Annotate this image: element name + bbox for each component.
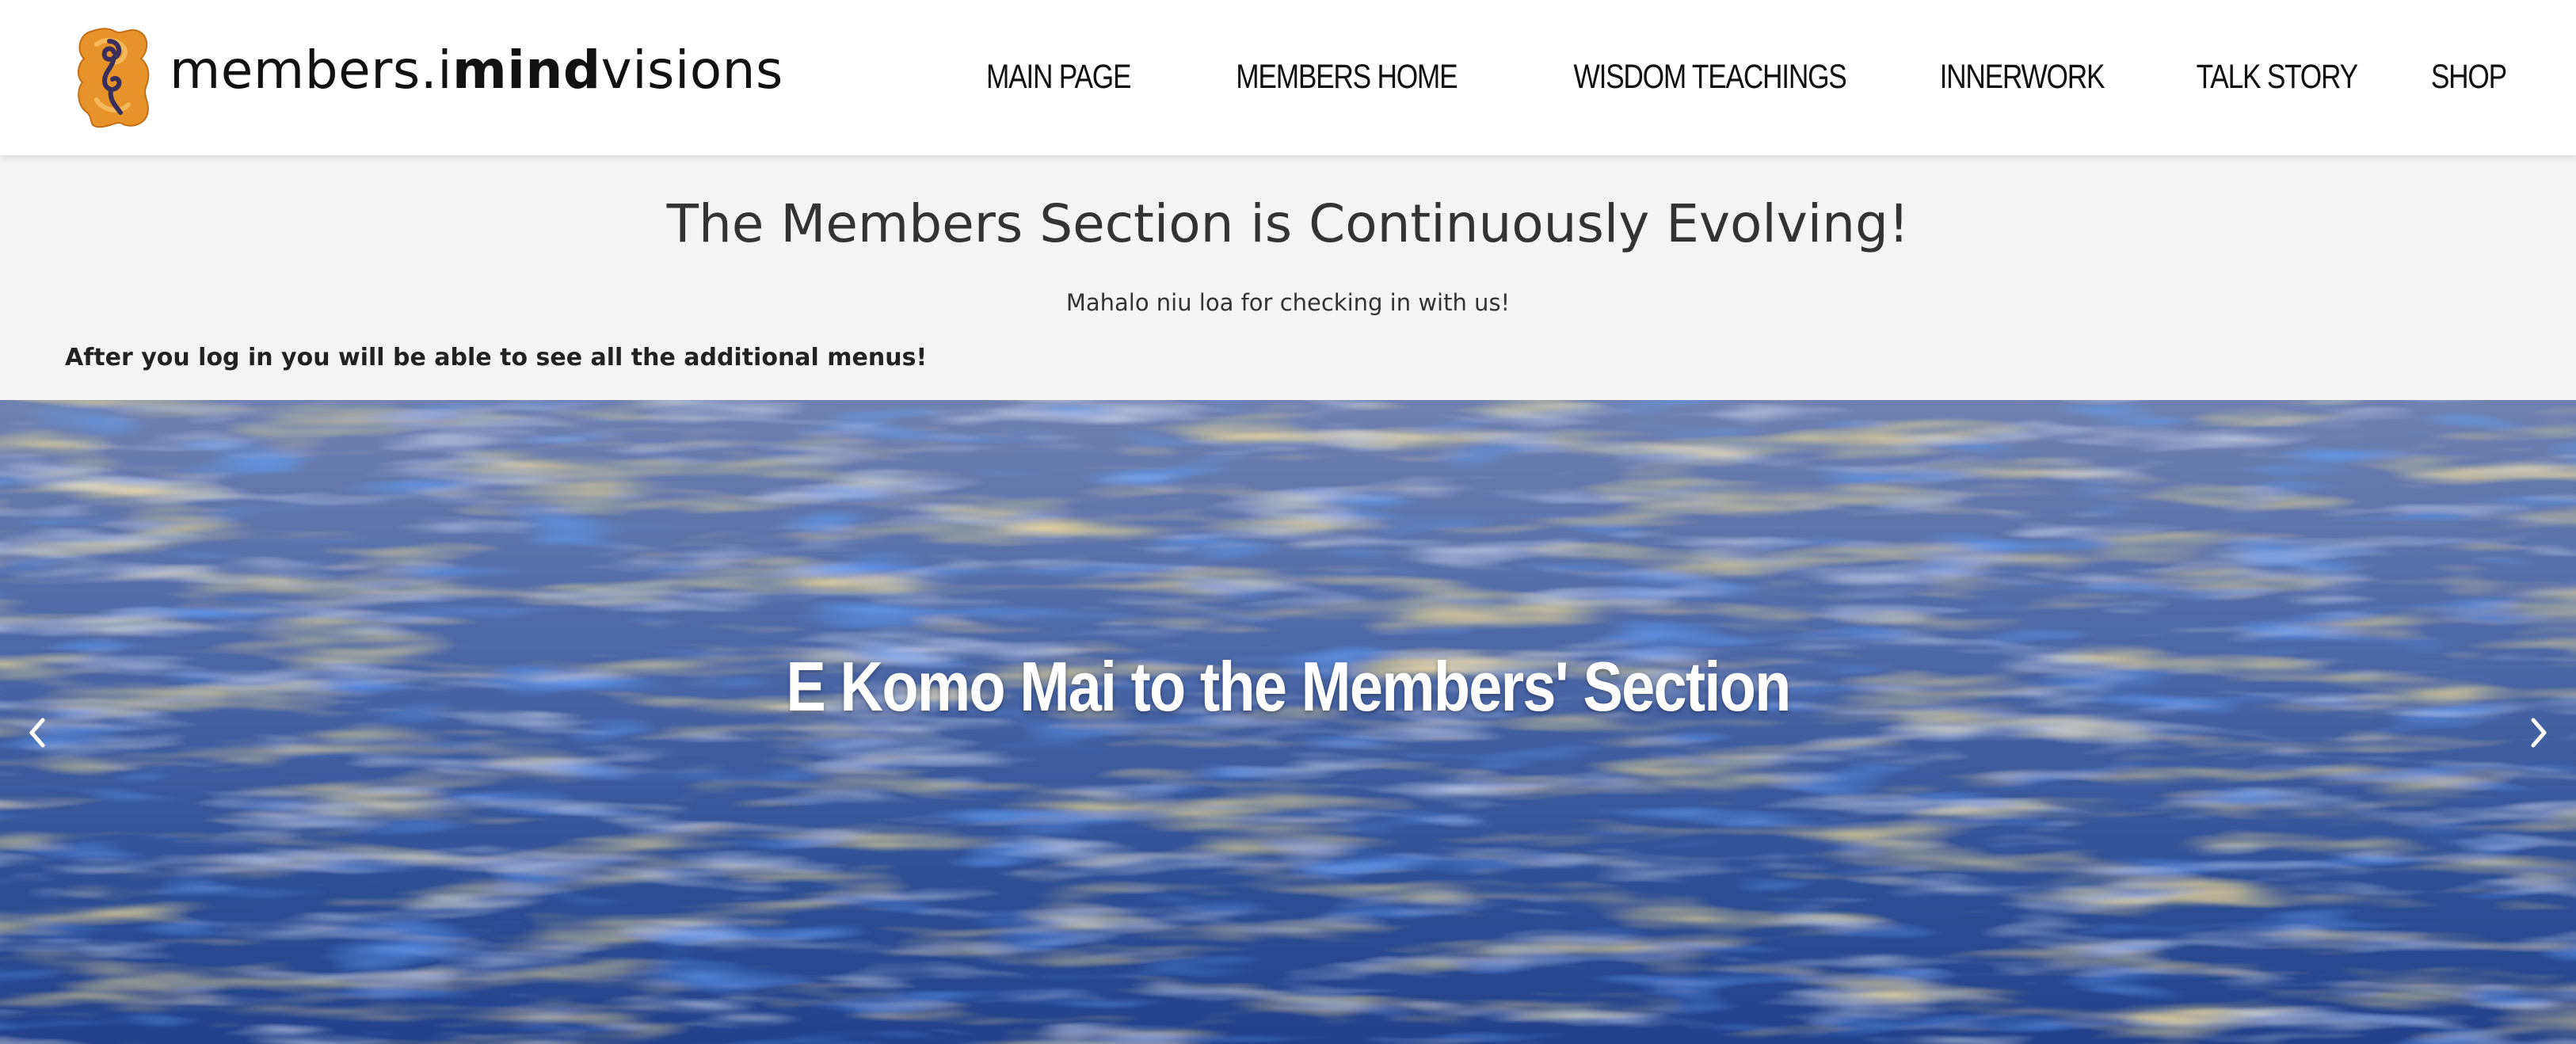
chevron-left-icon bbox=[29, 718, 45, 748]
login-note: After you log in you will be able to see… bbox=[65, 344, 928, 371]
slider-prev-button[interactable] bbox=[13, 701, 60, 764]
hero-slider: E Komo Mai to the Members' Section bbox=[0, 400, 2576, 1044]
sankofa-symbol-icon bbox=[78, 28, 150, 128]
logo-text-suffix: visions bbox=[600, 40, 783, 101]
chevron-right-icon bbox=[2531, 718, 2547, 748]
logo-text-bold: mind bbox=[452, 40, 601, 101]
nav-item-talk-story[interactable]: TALK STORY bbox=[2197, 60, 2358, 94]
site-logo-link[interactable]: members.imindvisions bbox=[73, 24, 783, 128]
nav-item-innerwork[interactable]: INNERWORK bbox=[1940, 60, 2105, 94]
nav-item-wisdom-teachings[interactable]: WISDOM TEACHINGS bbox=[1574, 60, 1847, 94]
nav-item-members-home[interactable]: MEMBERS HOME bbox=[1236, 60, 1458, 94]
announcement-title: The Members Section is Continuously Evol… bbox=[666, 193, 1910, 254]
site-header: members.imindvisions MAIN PAGE MEMBERS H… bbox=[0, 0, 2576, 155]
main-navigation: MAIN PAGE MEMBERS HOME WISDOM TEACHINGS … bbox=[897, 60, 2507, 94]
hero-title: E Komo Mai to the Members' Section bbox=[786, 647, 1791, 726]
nav-item-main-page[interactable]: MAIN PAGE bbox=[986, 60, 1131, 94]
logo-text-prefix: members.i bbox=[170, 40, 453, 101]
nav-item-shop[interactable]: SHOP bbox=[2431, 60, 2507, 94]
announcement-subtitle: Mahalo niu loa for checking in with us! bbox=[1065, 289, 1511, 316]
site-logo-text: members.imindvisions bbox=[170, 44, 783, 97]
slider-next-button[interactable] bbox=[2516, 701, 2563, 764]
